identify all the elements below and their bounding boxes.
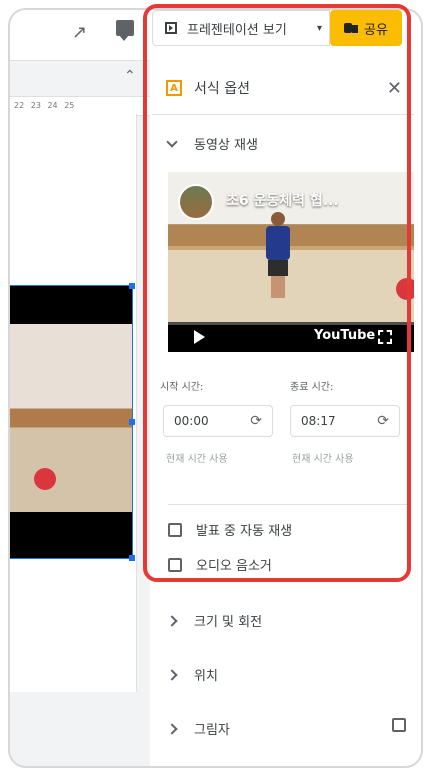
- ruler-tick: 24: [47, 101, 58, 110]
- highlight-outline: [143, 4, 411, 582]
- ruler-tick: 25: [64, 101, 75, 110]
- shadow-checkbox[interactable]: [392, 718, 406, 732]
- size-rotation-label: 크기 및 회전: [194, 615, 263, 630]
- chevron-right-icon: [166, 614, 178, 627]
- top-toolbar-left: ↗: [10, 10, 150, 61]
- ruler-tick: 23: [30, 101, 41, 110]
- resize-handle[interactable]: [129, 419, 135, 425]
- resize-handle[interactable]: [129, 555, 135, 561]
- resize-handle[interactable]: [129, 283, 135, 289]
- shadow-section[interactable]: 그림자: [166, 719, 230, 738]
- position-section[interactable]: 위치: [166, 665, 218, 684]
- trending-icon[interactable]: ↗: [72, 22, 87, 43]
- ball-image: [34, 468, 56, 490]
- ruler: 22 23 24 25: [10, 96, 150, 116]
- slide-video-frame: [10, 324, 132, 512]
- ruler-tick: 22: [14, 101, 25, 110]
- slide-area: ↗ ⌃ 22 23 24 25: [10, 10, 150, 766]
- chevron-right-icon: [166, 668, 178, 681]
- chevron-right-icon: [166, 722, 178, 735]
- comment-icon[interactable]: [116, 20, 134, 41]
- size-rotation-section[interactable]: 크기 및 회전: [166, 611, 263, 630]
- shadow-label: 그림자: [194, 723, 230, 738]
- position-label: 위치: [194, 669, 218, 684]
- slide-video-object[interactable]: [10, 283, 135, 561]
- collapse-caret-icon[interactable]: ⌃: [124, 68, 136, 84]
